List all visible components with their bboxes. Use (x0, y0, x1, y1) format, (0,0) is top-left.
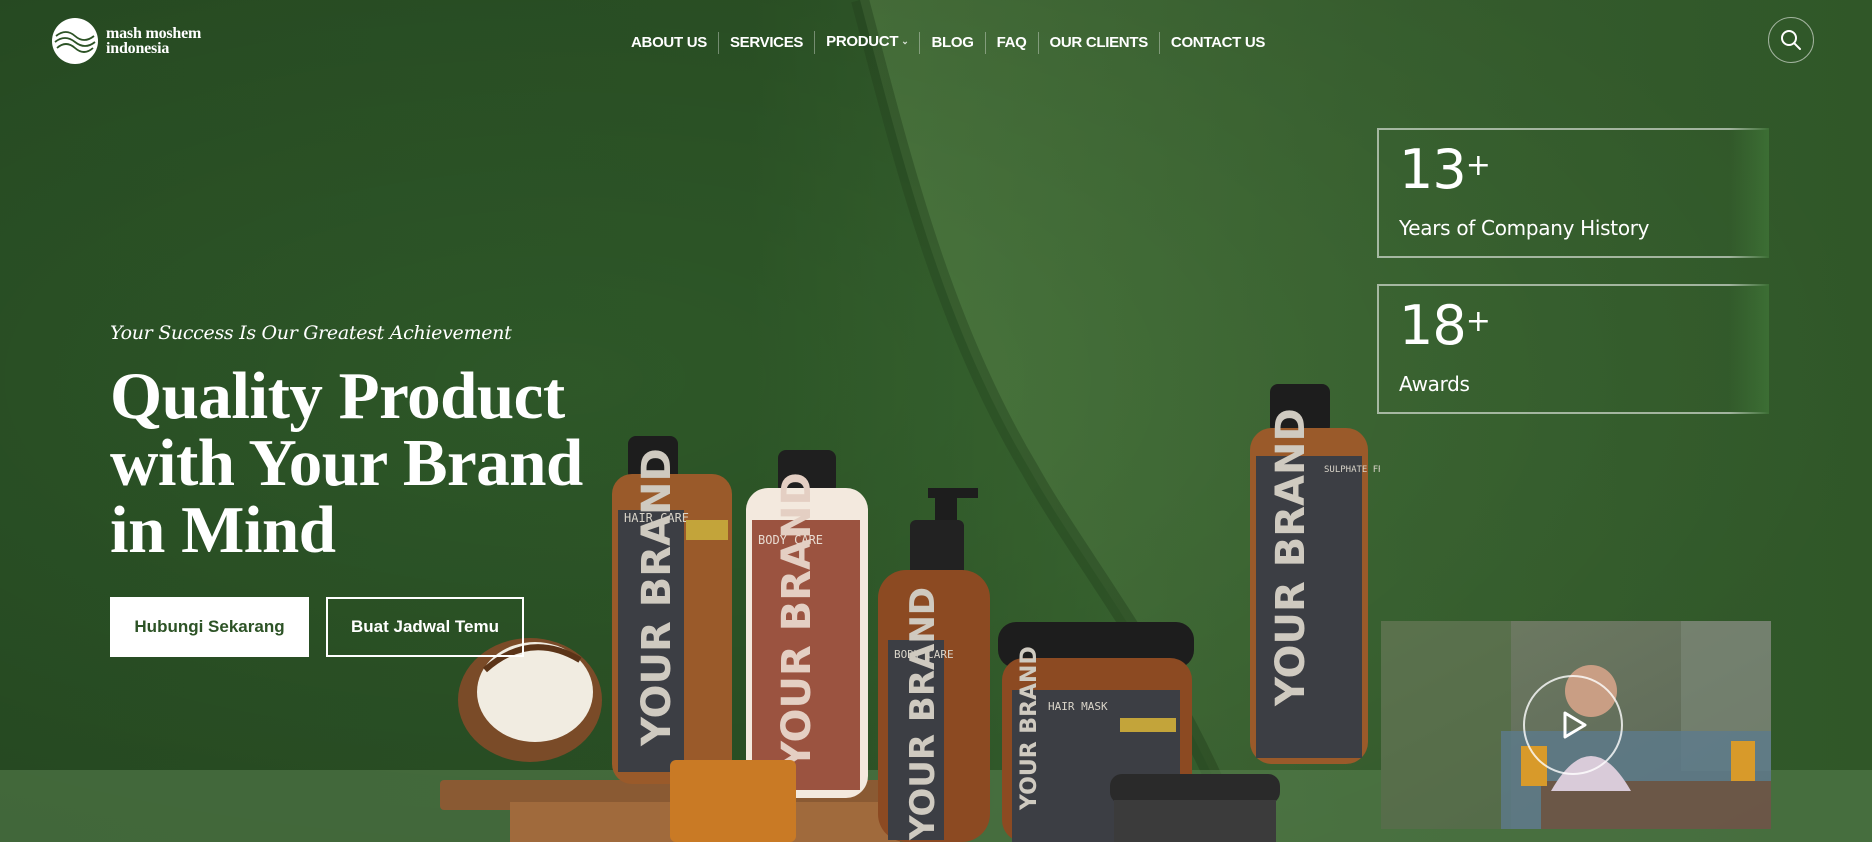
stat-value: 13 (1399, 138, 1467, 201)
nav-item-product[interactable]: PRODUCT ⌄ (814, 31, 919, 54)
stat-card-awards: 18+ Awards (1377, 284, 1769, 414)
hero-tagline: Your Success Is Our Greatest Achievement (110, 322, 512, 344)
brand-name-line1: mash moshem (106, 25, 202, 42)
pump-bottle: BODY CARE YOUR BRAND (878, 488, 990, 842)
headline-line-2: with Your Brand (110, 426, 583, 500)
search-button[interactable] (1768, 17, 1814, 63)
stat-value: 18 (1399, 294, 1467, 357)
bottle-hair-care: HAIR CARE YOUR BRAND (612, 436, 732, 784)
site-header: mash moshem indonesia ABOUT US SERVICES … (0, 0, 1872, 84)
stat-suffix: + (1465, 304, 1491, 339)
search-icon (1781, 30, 1801, 50)
nav-item-about-us[interactable]: ABOUT US (620, 32, 718, 54)
brand-name: mash moshem indonesia (106, 25, 202, 57)
nav-item-faq[interactable]: FAQ (984, 31, 1038, 54)
nav-item-services[interactable]: SERVICES (717, 31, 814, 54)
video-thumbnail[interactable] (1381, 621, 1771, 829)
stat-number: 18+ (1399, 299, 1769, 353)
play-button[interactable] (1523, 675, 1623, 775)
main-navigation: ABOUT US SERVICES PRODUCT ⌄ BLOG FAQ OUR … (620, 31, 1276, 54)
label-brand-5: YOUR BRAND (1268, 408, 1314, 707)
label-brand-1: YOUR BRAND (634, 448, 680, 747)
logo-wave-icon (52, 18, 98, 64)
nav-item-product-label: PRODUCT (826, 33, 899, 50)
play-icon (1563, 711, 1587, 739)
label-brand-2: YOUR BRAND (774, 472, 820, 771)
label-shampoo: SULPHATE FREE SHAMPOO (1324, 465, 1380, 475)
stat-label: Awards (1399, 372, 1470, 396)
label-brand-4: YOUR BRAND (1017, 646, 1042, 811)
nav-item-contact-us[interactable]: CONTACT US (1158, 31, 1276, 54)
hero-headline: Quality Product with Your Brand in Mind (110, 363, 630, 564)
label-brand-3: YOUR BRAND (903, 587, 943, 841)
chevron-down-icon: ⌄ (901, 36, 909, 46)
contact-now-button[interactable]: Hubungi Sekarang (110, 597, 309, 657)
label-hair-mask: HAIR MASK (1048, 700, 1108, 713)
small-jar (1110, 774, 1280, 842)
schedule-meeting-button[interactable]: Buat Jadwal Temu (326, 597, 524, 657)
brand-name-line2: indonesia (106, 40, 170, 57)
headline-line-1: Quality Product (110, 359, 565, 433)
bottle-shampoo: SULPHATE FREE SHAMPOO YOUR BRAND (1250, 384, 1380, 764)
stat-card-years: 13+ Years of Company History (1377, 128, 1769, 258)
soap-bar (670, 760, 796, 842)
stat-label: Years of Company History (1399, 216, 1650, 240)
headline-line-3: in Mind (110, 493, 336, 567)
stat-suffix: + (1465, 148, 1491, 183)
nav-item-blog[interactable]: BLOG (919, 31, 984, 54)
bottle-body-care: BODY CARE YOUR BRAND (746, 450, 868, 798)
brand-logo[interactable]: mash moshem indonesia (52, 18, 201, 64)
nav-item-our-clients[interactable]: OUR CLIENTS (1037, 31, 1159, 54)
stat-number: 13+ (1399, 143, 1769, 197)
